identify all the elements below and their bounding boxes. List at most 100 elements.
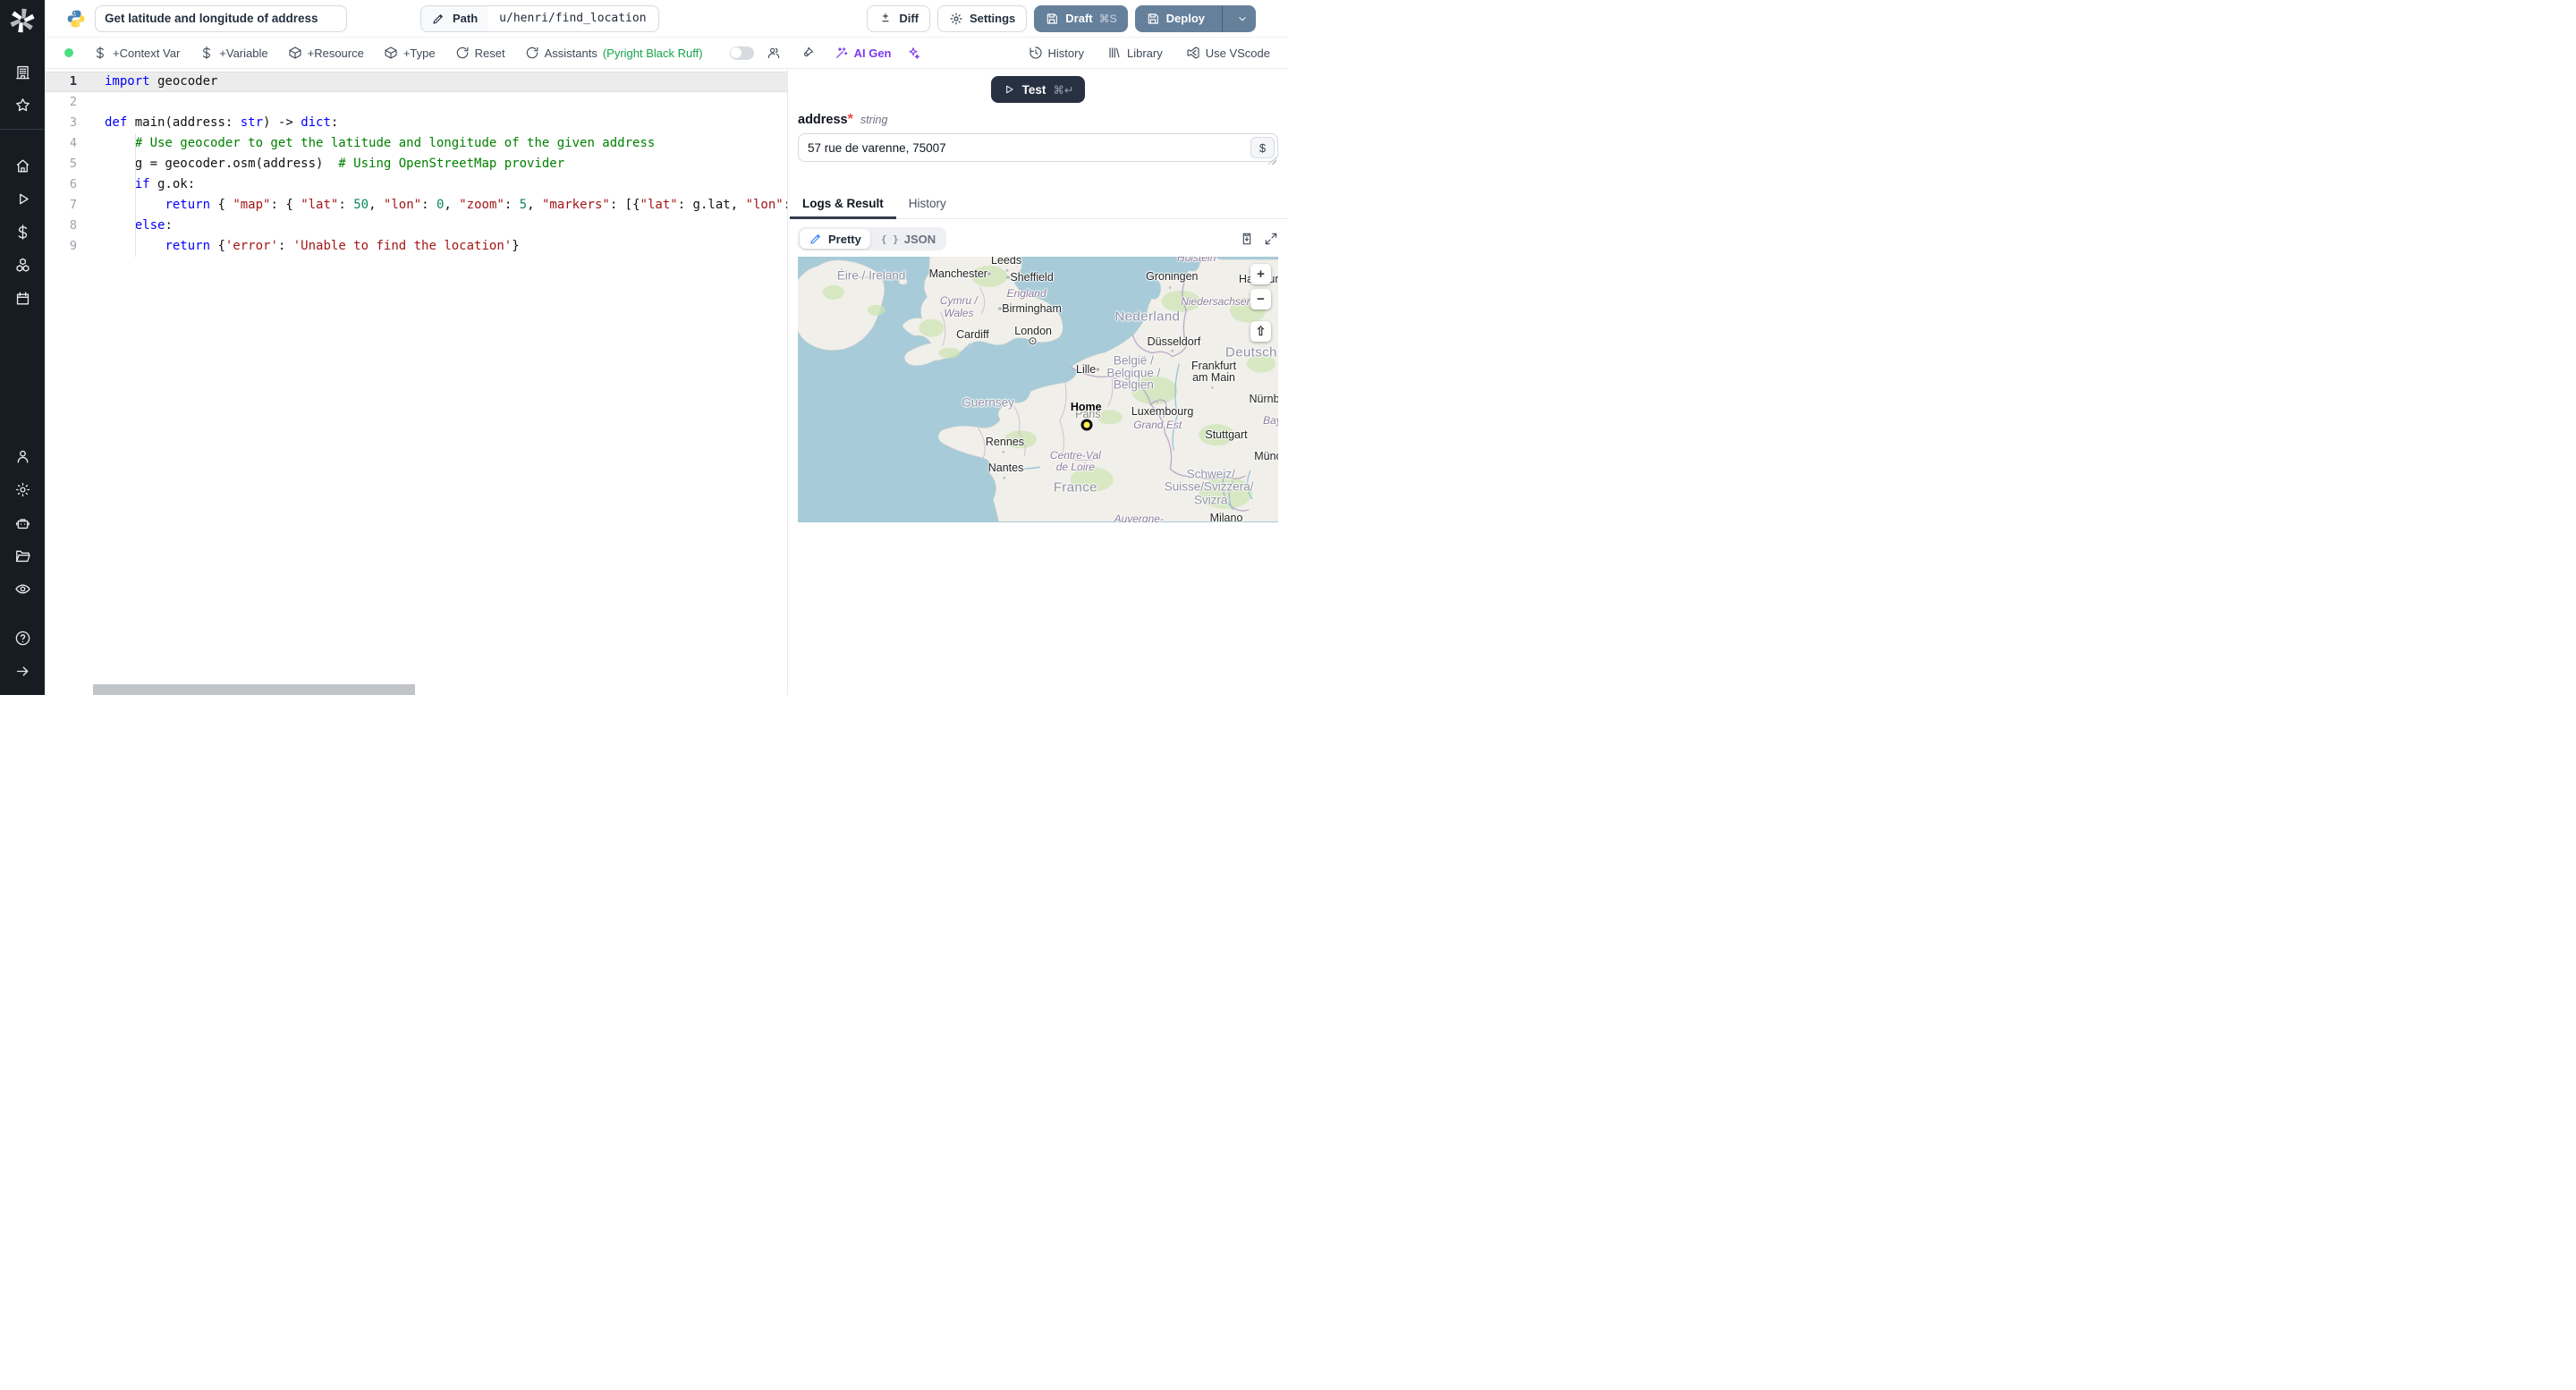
topbar: Path u/henri/find_location Diff Settings… xyxy=(45,0,1288,38)
sidebar-item-audit[interactable] xyxy=(6,572,38,606)
toolbar-right: History Library Use VScode xyxy=(1029,46,1270,60)
sidebar-item-workspace[interactable] xyxy=(6,55,38,89)
workers-icon xyxy=(14,514,31,531)
toolbar-item-reset[interactable]: Reset xyxy=(455,46,505,60)
sidebar-item-help[interactable] xyxy=(6,622,38,655)
result-map[interactable]: Leeds ◦ Manchester◦ ◦Sheffield England Cymru … xyxy=(798,257,1278,522)
line-number: 2 xyxy=(69,95,77,109)
toolbar-item--variable[interactable]: +Variable xyxy=(199,46,268,60)
sidebar-group-admin xyxy=(0,440,45,606)
code-line-3: 3 def main(address: str) -> dict: xyxy=(45,113,787,133)
pen-icon xyxy=(809,232,823,246)
assistants-detail: (Pyright Black Ruff) xyxy=(602,46,703,60)
sidebar-item-user[interactable] xyxy=(6,440,38,473)
required-asterisk: * xyxy=(847,112,853,127)
sidebar xyxy=(0,0,45,695)
toolbar-item-assistants[interactable]: Assistants (Pyright Black Ruff) xyxy=(525,46,703,60)
view-label: Pretty xyxy=(828,232,861,246)
test-button[interactable]: Test ⌘↵ xyxy=(990,76,1086,103)
sparkles-icon[interactable] xyxy=(906,46,920,60)
play-icon xyxy=(1003,83,1015,96)
format-brush-icon[interactable] xyxy=(801,46,815,60)
horizontal-scrollbar[interactable] xyxy=(93,684,415,695)
toolbar-item-label: History xyxy=(1047,46,1084,60)
toolbar-item--context-var[interactable]: +Context Var xyxy=(93,46,180,60)
toolbar-item--type[interactable]: +Type xyxy=(384,46,436,60)
draft-button[interactable]: Draft ⌘S xyxy=(1034,4,1128,32)
runs-icon xyxy=(14,191,31,208)
ai-gen-button[interactable]: AI Gen xyxy=(835,46,892,60)
windmill-logo-icon xyxy=(10,8,35,33)
dollar-icon xyxy=(93,46,107,60)
settings-button[interactable]: Settings xyxy=(937,4,1028,32)
sidebar-item-runs[interactable] xyxy=(6,182,38,216)
schedules-icon xyxy=(14,290,31,307)
braces-icon: { } xyxy=(880,233,899,245)
sidebar-item-schedules[interactable] xyxy=(6,282,38,315)
content: 1 import geocoder 2 3 def main(address: str)… xyxy=(45,69,1288,695)
toolbar-item-use-vscode[interactable]: Use VScode xyxy=(1186,46,1270,60)
toolbar-left: +Context Var +Variable +Resource +Type Reset… xyxy=(93,46,703,60)
sidebar-item-favorites[interactable] xyxy=(6,89,38,122)
audit-icon xyxy=(14,581,31,598)
deploy-main[interactable]: Deploy xyxy=(1135,5,1216,32)
diff-button[interactable]: Diff xyxy=(867,4,930,32)
toolbar-item--resource[interactable]: +Resource xyxy=(288,46,364,60)
deploy-button[interactable]: Deploy xyxy=(1134,4,1256,32)
toolbar-item-label: Library xyxy=(1126,46,1163,60)
expand-icon[interactable] xyxy=(1264,232,1278,246)
deploy-menu-button[interactable] xyxy=(1229,5,1256,32)
path-widget[interactable]: Path u/henri/find_location xyxy=(420,4,659,32)
sidebar-item-variables[interactable] xyxy=(6,216,38,249)
gear-icon xyxy=(949,12,963,26)
workspace-icon xyxy=(14,64,31,81)
map-locate-button[interactable]: ⇧ xyxy=(1250,321,1271,342)
save-icon xyxy=(1045,12,1059,26)
address-input[interactable] xyxy=(798,133,1278,162)
sidebar-item-collapse[interactable] xyxy=(6,655,38,688)
assistant-toggle[interactable] xyxy=(729,46,754,60)
sidebar-item-settings[interactable] xyxy=(6,473,38,506)
home-marker[interactable] xyxy=(1080,419,1093,431)
map-zoom-out-button[interactable]: − xyxy=(1250,289,1271,309)
view-switcher: Pretty { } JSON xyxy=(798,227,947,250)
people-icon[interactable] xyxy=(767,46,781,60)
toolbar-item-history[interactable]: History xyxy=(1029,46,1084,60)
sidebar-item-folders[interactable] xyxy=(6,539,38,572)
history-icon xyxy=(1029,46,1043,60)
sidebar-item-workers[interactable] xyxy=(6,506,38,539)
deploy-divider xyxy=(1222,4,1223,32)
code-line-6: 6 if g.ok: xyxy=(45,174,787,195)
toolbar-item-library[interactable]: Library xyxy=(1107,46,1163,60)
tab-logs---result[interactable]: Logs & Result xyxy=(790,191,896,219)
toolbar-item-label: +Context Var xyxy=(113,46,181,60)
sidebar-item-resources[interactable] xyxy=(6,249,38,282)
script-title-input[interactable] xyxy=(95,4,347,32)
settings-icon xyxy=(14,481,31,498)
windmill-logo[interactable] xyxy=(0,0,45,41)
view-pretty[interactable]: Pretty xyxy=(800,229,870,249)
code-editor[interactable]: 1 import geocoder 2 3 def main(address: str)… xyxy=(45,69,787,695)
code-text: import geocoder xyxy=(105,74,218,89)
argument-name: address xyxy=(798,113,848,127)
library-icon xyxy=(1107,46,1122,60)
insert-variable-button[interactable]: $ xyxy=(1250,137,1275,158)
copy-to-clipboard-icon[interactable] xyxy=(1240,232,1254,246)
path-edit[interactable]: Path xyxy=(421,5,488,31)
map-zoom-in-button[interactable]: + xyxy=(1250,264,1271,284)
code-line-7: 7 return { "map": { "lat": 50, "lon": 0,… xyxy=(45,195,787,216)
sidebar-item-home[interactable] xyxy=(6,149,38,182)
toolbar-item-label: +Type xyxy=(402,46,436,60)
reset-icon xyxy=(455,46,470,60)
line-number: 5 xyxy=(69,157,77,171)
package-icon xyxy=(384,46,398,60)
tab-history[interactable]: History xyxy=(896,191,959,218)
resources-icon xyxy=(14,257,31,274)
sidebar-divider xyxy=(0,129,45,130)
marker-label: Home xyxy=(1070,400,1102,413)
code-line-2: 2 xyxy=(45,92,787,113)
view-json[interactable]: { } JSON xyxy=(872,229,945,249)
run-panel: Test ⌘↵ address* string $ Logs & ResultH… xyxy=(787,69,1288,695)
line-number: 3 xyxy=(69,115,77,130)
